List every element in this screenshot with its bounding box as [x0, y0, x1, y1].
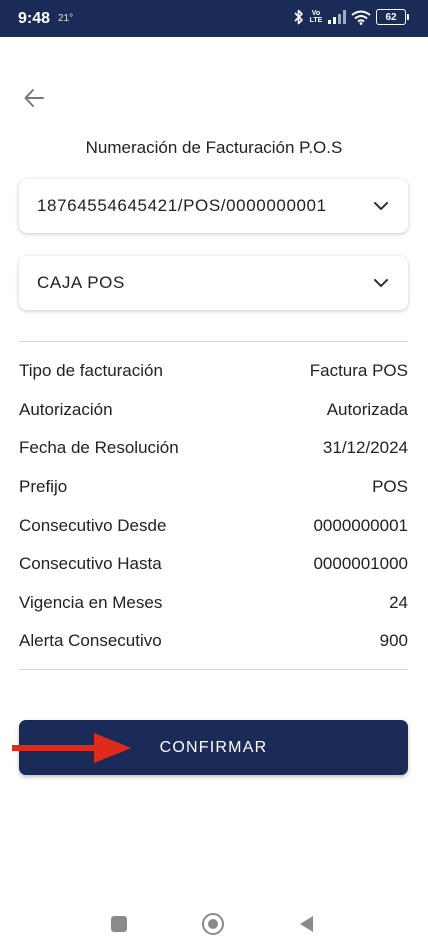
system-nav-bar [0, 900, 428, 951]
detail-label: Vigencia en Meses [19, 592, 163, 612]
numeration-select-value: 18764554645421/POS/0000000001 [37, 196, 327, 215]
red-arrow-icon [12, 731, 132, 765]
back-button[interactable] [20, 86, 48, 114]
status-time: 9:48 [18, 10, 51, 27]
detail-row-validity-months: Vigencia en Meses 24 [19, 584, 408, 623]
status-icons: Vo LTE 62 [294, 9, 409, 25]
chevron-down-icon [372, 197, 390, 215]
wifi-icon [351, 10, 371, 25]
detail-row-consecutive-from: Consecutivo Desde 0000000001 [19, 506, 408, 545]
detail-label: Tipo de facturación [19, 361, 163, 381]
recents-square-icon[interactable] [111, 916, 127, 932]
detail-label: Alerta Consecutivo [19, 631, 162, 651]
divider [19, 341, 408, 342]
volte-icon: Vo LTE [309, 10, 323, 24]
detail-row-prefix: Prefijo POS [19, 468, 408, 507]
detail-row-resolution-date: Fecha de Resolución 31/12/2024 [19, 429, 408, 468]
bluetooth-icon [294, 9, 304, 25]
page-title: Numeración de Facturación P.O.S [85, 138, 343, 157]
status-bar: 9:48 21° Vo LTE 62 [0, 0, 428, 37]
detail-label: Autorización [19, 399, 113, 419]
home-circle-icon[interactable] [202, 913, 224, 935]
detail-value: 31/12/2024 [322, 438, 408, 458]
arrow-left-icon [23, 87, 45, 114]
detail-value: Autorizada [326, 399, 408, 419]
detail-value: Factura POS [309, 361, 408, 381]
detail-row-consecutive-to: Consecutivo Hasta 0000001000 [19, 545, 408, 584]
detail-row-billing-type: Tipo de facturación Factura POS [19, 352, 408, 391]
detail-value: 0000000001 [313, 515, 408, 535]
numeration-select[interactable]: 18764554645421/POS/0000000001 [19, 179, 408, 233]
divider [19, 669, 408, 670]
detail-value: POS [372, 477, 408, 497]
detail-label: Consecutivo Hasta [19, 554, 162, 574]
detail-value: 0000001000 [313, 554, 408, 574]
detail-value: 24 [389, 592, 408, 612]
chevron-down-icon [372, 274, 390, 292]
status-temperature: 21° [58, 13, 74, 24]
detail-row-authorization: Autorización Autorizada [19, 391, 408, 430]
detail-label: Consecutivo Desde [19, 515, 167, 535]
detail-label: Prefijo [19, 477, 68, 497]
detail-label: Fecha de Resolución [19, 438, 179, 458]
cash-register-select-value: CAJA POS [37, 273, 125, 292]
detail-row-consecutive-alert: Alerta Consecutivo 900 [19, 622, 408, 661]
battery-icon: 62 [376, 9, 409, 25]
detail-value: 900 [379, 631, 408, 651]
cash-register-select[interactable]: CAJA POS [19, 256, 408, 310]
billing-details-list: Tipo de facturación Factura POS Autoriza… [19, 352, 408, 661]
signal-icon [328, 10, 346, 24]
battery-level: 62 [385, 11, 397, 23]
back-triangle-icon[interactable] [297, 914, 317, 934]
